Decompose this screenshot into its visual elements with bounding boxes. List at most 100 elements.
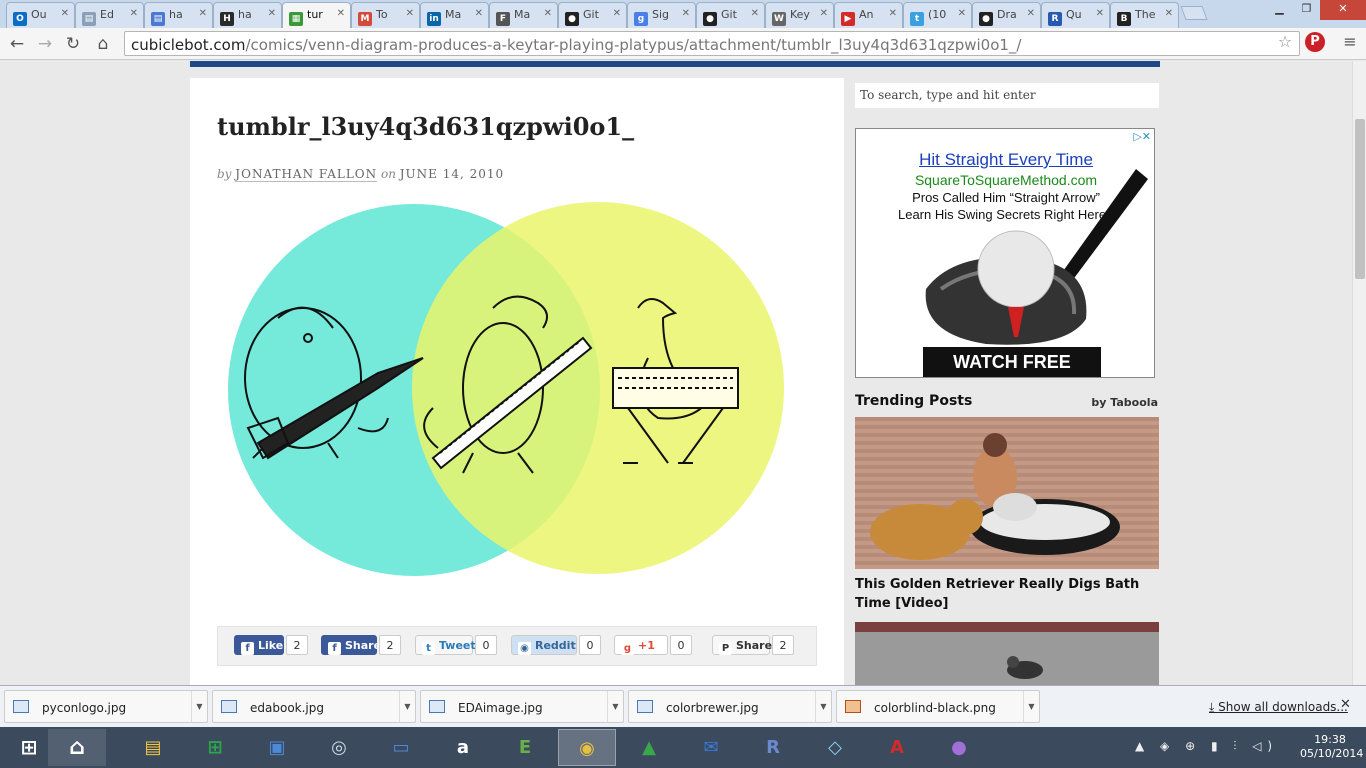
forward-arrow-icon[interactable]: →	[34, 33, 56, 55]
web-page: tumblr_l3uy4q3d631qzpwi0o1_ by JONATHAN …	[0, 61, 1352, 685]
adchoices-icon[interactable]: ▷✕	[1133, 130, 1151, 143]
byline: by JONATHAN FALLON on JUNE 14, 2010	[217, 167, 504, 182]
tab-close-icon[interactable]: ✕	[958, 8, 966, 19]
download-filename: colorblind-black.png	[874, 701, 996, 715]
browser-tab[interactable]: ▦ tur ✕	[282, 2, 351, 28]
restore-button[interactable]: ❐	[1293, 0, 1320, 20]
browser-tab[interactable]: O Ou ✕	[6, 2, 75, 28]
tab-close-icon[interactable]: ✕	[337, 8, 345, 19]
scrollbar-thumb[interactable]	[1355, 119, 1365, 279]
menu-icon[interactable]: ≡	[1338, 31, 1362, 53]
trending-item-title[interactable]: This Golden Retriever Really Digs Bath T…	[855, 575, 1165, 613]
tab-close-icon[interactable]: ✕	[61, 8, 69, 19]
taskbar-drive-icon[interactable]: ▲	[620, 729, 678, 766]
pinterest-icon[interactable]: P	[1305, 32, 1325, 52]
ad-headline[interactable]: Hit Straight Every Time	[856, 150, 1154, 170]
show-all-downloads-link[interactable]: ⤓ Show all downloads...	[1209, 700, 1348, 715]
browser-tab[interactable]: W Key ✕	[765, 2, 834, 28]
browser-tab[interactable]: ● Git ✕	[558, 2, 627, 28]
share-button-2[interactable]: t Tweet	[415, 635, 476, 655]
trending-thumbnail-husky[interactable]	[855, 622, 1159, 685]
taskbar-store-icon[interactable]: ⊞	[186, 729, 244, 766]
close-shelf-icon[interactable]: ✕	[1340, 697, 1351, 712]
download-menu-icon[interactable]: ▼	[399, 691, 415, 722]
back-arrow-icon[interactable]: ←	[6, 33, 28, 55]
taskbar-remote-desktop-icon[interactable]: ▣	[248, 729, 306, 766]
browser-tab[interactable]: B The ✕	[1110, 2, 1179, 28]
tab-close-icon[interactable]: ✕	[406, 8, 414, 19]
image-file-icon	[13, 700, 29, 713]
tab-label: ha	[169, 8, 183, 21]
share-button-5[interactable]: P Share	[712, 635, 773, 655]
tab-close-icon[interactable]: ✕	[820, 8, 828, 19]
share-button-3[interactable]: ◉ Reddit	[511, 635, 577, 655]
download-menu-icon[interactable]: ▼	[815, 691, 831, 722]
taskbar-chrome-icon[interactable]: ◉	[558, 729, 616, 766]
download-item[interactable]: EDAimage.jpg ▼	[420, 690, 624, 723]
browser-tab[interactable]: ▶ An ✕	[834, 2, 903, 28]
browser-tab[interactable]: R Qu ✕	[1041, 2, 1110, 28]
download-item[interactable]: pyconlogo.jpg ▼	[4, 690, 208, 723]
tab-close-icon[interactable]: ✕	[613, 8, 621, 19]
home-icon[interactable]: ⌂	[92, 33, 114, 55]
download-menu-icon[interactable]: ▼	[607, 691, 623, 722]
page-scrollbar[interactable]	[1352, 61, 1366, 685]
watch-lessons-button[interactable]: WATCH FREE LESSONS	[923, 347, 1101, 377]
taskbar-github-icon[interactable]: ●	[930, 729, 988, 766]
tab-close-icon[interactable]: ✕	[130, 8, 138, 19]
taskbar-r-language-icon[interactable]: R	[744, 729, 802, 766]
tab-close-icon[interactable]: ✕	[1027, 8, 1035, 19]
download-item[interactable]: edabook.jpg ▼	[212, 690, 416, 723]
taskbar-notes-icon[interactable]: ◇	[806, 729, 864, 766]
download-menu-icon[interactable]: ▼	[191, 691, 207, 722]
taskbar-evernote-icon[interactable]: E	[496, 729, 554, 766]
browser-tab[interactable]: M To ✕	[351, 2, 420, 28]
browser-tab[interactable]: ▤ Ed ✕	[75, 2, 144, 28]
tab-close-icon[interactable]: ✕	[475, 8, 483, 19]
taskbar-messages-icon[interactable]: ▭	[372, 729, 430, 766]
share-label: Share	[736, 639, 773, 652]
browser-tab[interactable]: t (10 ✕	[903, 2, 972, 28]
tab-close-icon[interactable]: ✕	[199, 8, 207, 19]
taskbar-pdf-reader-icon[interactable]: A	[868, 729, 926, 766]
tab-close-icon[interactable]: ✕	[751, 8, 759, 19]
golf-ad[interactable]: ▷✕ Hit Straight Every Time SquareToSquar…	[855, 128, 1155, 378]
taskbar-file-explorer-icon[interactable]: ▤	[124, 729, 182, 766]
search-input[interactable]: To search, type and hit enter	[855, 83, 1159, 108]
browser-tab[interactable]: ● Git ✕	[696, 2, 765, 28]
reload-icon[interactable]: ↻	[62, 33, 84, 55]
download-item[interactable]: colorblind-black.png ▼	[836, 690, 1040, 723]
share-button-0[interactable]: f Like	[234, 635, 284, 655]
browser-tab[interactable]: ● Dra ✕	[972, 2, 1041, 28]
tab-close-icon[interactable]: ✕	[544, 8, 552, 19]
system-tray-icons[interactable]: ▲ ◈ ⊕ ▮ ⫶ ◁)	[1135, 739, 1278, 754]
clock[interactable]: 19:38 05/10/2014	[1300, 733, 1363, 761]
taskbar-amazon-icon[interactable]: a	[434, 729, 492, 766]
address-bar[interactable]: cubiclebot.com/comics/venn-diagram-produ…	[124, 31, 1300, 56]
trending-thumbnail-dog-bath[interactable]	[855, 417, 1159, 569]
taskbar-app-circle-icon[interactable]: ◎	[310, 729, 368, 766]
tab-favicon-icon: ▶	[841, 12, 855, 26]
browser-tab[interactable]: ▤ ha ✕	[144, 2, 213, 28]
taboola-link[interactable]: by Taboola	[1091, 396, 1158, 409]
tab-close-icon[interactable]: ✕	[682, 8, 690, 19]
tab-close-icon[interactable]: ✕	[1096, 8, 1104, 19]
bookmark-star-icon[interactable]: ☆	[1273, 31, 1297, 53]
download-item[interactable]: colorbrewer.jpg ▼	[628, 690, 832, 723]
share-button-4[interactable]: g +1	[614, 635, 668, 655]
tab-close-icon[interactable]: ✕	[268, 8, 276, 19]
taskbar-mail-icon[interactable]: ✉	[682, 729, 740, 766]
tab-close-icon[interactable]: ✕	[1165, 8, 1173, 19]
browser-tab[interactable]: in Ma ✕	[420, 2, 489, 28]
minimize-button[interactable]: ▁	[1266, 0, 1293, 20]
tab-close-icon[interactable]: ✕	[889, 8, 897, 19]
browser-tab[interactable]: F Ma ✕	[489, 2, 558, 28]
download-menu-icon[interactable]: ▼	[1023, 691, 1039, 722]
browser-tab[interactable]: g Sig ✕	[627, 2, 696, 28]
close-window-button[interactable]: ✕	[1320, 0, 1366, 20]
new-tab-button[interactable]	[1180, 6, 1208, 20]
share-button-1[interactable]: f Share	[321, 635, 381, 655]
desktop-home-icon[interactable]: ⌂	[48, 729, 106, 766]
browser-tab[interactable]: Hha ✕	[213, 2, 282, 28]
author-link[interactable]: JONATHAN FALLON	[235, 167, 378, 182]
